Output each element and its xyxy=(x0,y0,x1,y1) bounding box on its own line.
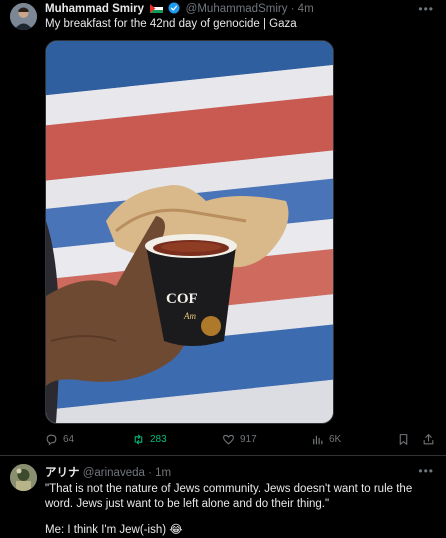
like-count: 917 xyxy=(240,433,257,445)
share-icon xyxy=(423,433,434,444)
tweet-text: "That is not the nature of Jews communit… xyxy=(45,483,413,510)
views-chart-icon xyxy=(313,435,323,444)
cup-subtext: Am xyxy=(183,311,196,321)
cup-text: COF xyxy=(166,291,198,307)
reply-icon xyxy=(46,434,57,445)
palestine-flag-icon xyxy=(150,4,164,13)
reply-button[interactable]: 64 xyxy=(45,431,74,447)
bookmark-icon xyxy=(399,433,408,445)
more-options-button[interactable]: ••• xyxy=(418,464,434,478)
tweet-arinaveda[interactable]: アリナ @arinaveda · 1m ••• "That is not the… xyxy=(0,455,446,536)
display-name[interactable]: Muhammad Smiry xyxy=(45,3,144,15)
tweet-header: Muhammad Smiry @MuhammadSmiry · 4m xyxy=(45,2,314,18)
views-button[interactable]: 6K xyxy=(311,431,341,447)
avatar[interactable] xyxy=(10,3,37,30)
display-name[interactable]: アリナ xyxy=(45,467,80,479)
tweet-photo[interactable]: COF Am xyxy=(45,40,334,424)
tweet-text: My breakfast for the 42nd day of genocid… xyxy=(45,18,297,30)
views-count: 6K xyxy=(329,433,342,445)
share-button[interactable] xyxy=(422,431,440,447)
reply-count: 64 xyxy=(63,433,75,445)
handle-and-time[interactable]: @arinaveda · 1m xyxy=(83,467,171,479)
tweet-muhammad-smiry[interactable]: Muhammad Smiry @MuhammadSmiry · 4m ••• M… xyxy=(0,0,446,455)
retweet-icon xyxy=(134,434,143,444)
avatar-image xyxy=(10,464,37,491)
avatar[interactable] xyxy=(10,464,37,491)
handle-and-time[interactable]: @MuhammadSmiry · 4m xyxy=(186,3,314,15)
retweet-button[interactable]: 283 xyxy=(132,431,167,447)
tweet-header: アリナ @arinaveda · 1m xyxy=(45,464,171,480)
like-button[interactable]: 917 xyxy=(222,431,257,447)
tweet-actions: 64 283 917 6K xyxy=(45,431,437,447)
bookmark-button[interactable] xyxy=(397,431,415,447)
avatar-image xyxy=(10,3,37,30)
more-options-button[interactable]: ••• xyxy=(418,2,434,16)
photo-breakfast-image: COF Am xyxy=(46,41,333,423)
verified-badge-icon xyxy=(168,2,180,14)
retweet-count: 283 xyxy=(150,433,167,445)
heart-icon xyxy=(223,434,234,445)
tweet-text-second-line: Me: I think I'm Jew(-ish) 😂 xyxy=(45,524,183,536)
